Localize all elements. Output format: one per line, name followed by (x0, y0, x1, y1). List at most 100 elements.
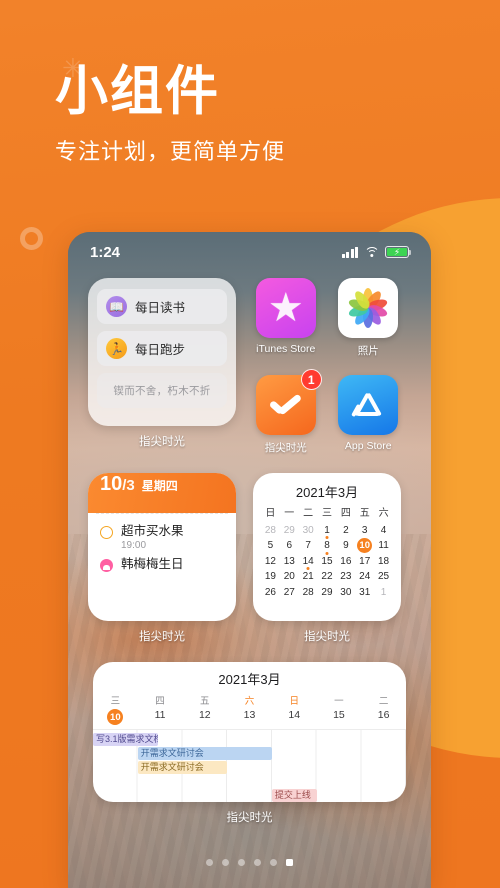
app-store-icon[interactable] (338, 375, 399, 435)
photos-icon[interactable] (338, 278, 399, 338)
widget-label: 指尖时光 (304, 631, 350, 643)
todo-item[interactable]: 韩梅梅生日 (100, 557, 224, 572)
week-event-bar[interactable]: 写3.1版需求文档 (93, 733, 158, 746)
calendar-day-cell[interactable]: 28 (299, 585, 318, 601)
todo-widget-wrap: 10/3 星期四 超市买水果 19:00 韩梅梅生日 指尖时光 (88, 473, 236, 644)
calendar-day-cell[interactable]: 19 (261, 569, 280, 585)
calendar-day-cell[interactable]: 25 (374, 569, 393, 585)
calendar-grid[interactable]: 日一二三四五六 28 29 30 1 2 3 4 5 6 7 8 9 10 11 12 13 14 15 16 17 18… (261, 506, 393, 600)
calendar-day-cell[interactable]: 27 (280, 585, 299, 601)
week-event-bar[interactable]: 开需求文研讨会 (137, 747, 272, 760)
habit-widget[interactable]: 📖 每日读书 🏃 每日跑步 锲而不舍，朽木不折 (88, 278, 236, 426)
zhijianshiguang-icon[interactable]: 1 (255, 369, 322, 435)
calendar-weekday: 二 (303, 508, 314, 519)
habit-quote-row: 锲而不舍，朽木不折 (97, 373, 227, 408)
widget-row-1: 📖 每日读书 🏃 每日跑步 锲而不舍，朽木不折 指尖时光 ★ iTunes St… (88, 278, 411, 455)
calendar-day-cell[interactable]: 20 (280, 569, 299, 585)
hero-text-block: 小组件 专注计划，更简单方便 (55, 62, 285, 166)
calendar-day-cell[interactable]: 1 (318, 523, 337, 539)
calendar-day-cell[interactable]: 5 (261, 538, 280, 554)
page-dot[interactable] (254, 859, 261, 866)
home-screen: 📖 每日读书 🏃 每日跑步 锲而不舍，朽木不折 指尖时光 ★ iTunes St… (68, 232, 431, 888)
week-column[interactable]: 五 12 (182, 693, 227, 729)
week-column[interactable]: 日 14 (272, 693, 317, 729)
page-indicator-dots[interactable] (68, 859, 431, 866)
calendar-day-cell[interactable]: 29 (318, 585, 337, 601)
app-icon-grid: ★ iTunes Store 照片 1 指尖时光 App Store (253, 278, 401, 455)
calendar-day-cell[interactable]: 7 (299, 538, 318, 554)
circle-outline-icon[interactable] (100, 526, 113, 539)
calendar-day-cell[interactable]: 30 (299, 523, 318, 539)
week-column[interactable]: 三 10 (93, 693, 138, 729)
calendar-day-cell[interactable]: 16 (336, 554, 355, 570)
calendar-day-cell[interactable]: 26 (261, 585, 280, 601)
calendar-day-cell[interactable]: 14 (299, 554, 318, 570)
month-calendar-widget[interactable]: 2021年3月 日一二三四五六 28 29 30 1 2 3 4 5 6 7 8 9 10 11 12 13 14… (253, 473, 401, 621)
app-cell-app-store[interactable]: App Store (336, 375, 402, 455)
app-label: 指尖时光 (264, 442, 307, 454)
week-event-bar[interactable]: 开需求文研讨会 (137, 761, 228, 774)
checkmark-icon (269, 395, 303, 415)
todo-widget[interactable]: 10/3 星期四 超市买水果 19:00 韩梅梅生日 (88, 473, 236, 621)
page-dot[interactable] (238, 859, 245, 866)
week-column[interactable]: 六 13 (227, 693, 272, 729)
page-dot[interactable] (270, 859, 277, 866)
calendar-day-cell[interactable]: 12 (261, 554, 280, 570)
todo-item[interactable]: 超市买水果 19:00 (100, 524, 224, 551)
week-event-bar[interactable]: 提交上线 (271, 789, 317, 802)
calendar-day-cell[interactable]: 10 (355, 538, 374, 554)
calendar-day-cell[interactable]: 21 (299, 569, 318, 585)
week-day-number: 12 (198, 709, 211, 721)
widget-label: 指尖时光 (226, 812, 273, 824)
week-column[interactable]: 一 15 (317, 693, 362, 729)
calendar-day-cell[interactable]: 23 (336, 569, 355, 585)
calendar-day-cell[interactable]: 3 (355, 523, 374, 539)
page-dot[interactable] (222, 859, 229, 866)
page-dot[interactable] (286, 859, 293, 866)
habit-item[interactable]: 🏃 每日跑步 (97, 331, 227, 366)
calendar-day-cell[interactable]: 9 (336, 538, 355, 554)
calendar-weekday: 日 (265, 508, 276, 519)
calendar-day-cell[interactable]: 22 (318, 569, 337, 585)
calendar-day-cell[interactable]: 31 (355, 585, 374, 601)
app-cell-photos[interactable]: 照片 (336, 278, 402, 358)
widget-row-2: 10/3 星期四 超市买水果 19:00 韩梅梅生日 指尖时光 2021年3月 … (88, 473, 411, 644)
pinwheel-glyph (346, 286, 390, 330)
week-weekday: 日 (289, 696, 299, 707)
calendar-day-cell[interactable]: 28 (261, 523, 280, 539)
calendar-weekday: 五 (359, 508, 370, 519)
calendar-day-cell[interactable]: 24 (355, 569, 374, 585)
habit-quote: 锲而不舍，朽木不折 (113, 385, 211, 397)
calendar-day-cell[interactable]: 30 (336, 585, 355, 601)
calendar-day-cell[interactable]: 11 (374, 538, 393, 554)
calendar-day-cell[interactable]: 2 (336, 523, 355, 539)
habit-item[interactable]: 📖 每日读书 (97, 289, 227, 324)
week-today-marker: 10 (107, 709, 124, 725)
calendar-day-cell[interactable]: 1 (374, 585, 393, 601)
calendar-day-cell[interactable]: 6 (280, 538, 299, 554)
badge-count: 1 (300, 369, 322, 390)
todo-item-title: 韩梅梅生日 (121, 557, 184, 571)
calendar-weekday: 三 (321, 508, 332, 519)
week-column[interactable]: 二 16 (361, 693, 406, 729)
page-dot[interactable] (206, 859, 213, 866)
calendar-day-cell[interactable]: 18 (374, 554, 393, 570)
birthday-cake-icon (100, 559, 113, 572)
calendar-today-marker: 10 (357, 538, 373, 554)
app-cell-zhijianshiguang[interactable]: 1 指尖时光 (253, 369, 322, 455)
week-column[interactable]: 四 11 (138, 693, 183, 729)
calendar-day-cell[interactable]: 8 (318, 538, 337, 554)
calendar-weekday: 四 (340, 508, 351, 519)
itunes-store-icon[interactable]: ★ (255, 278, 316, 338)
week-day-number: 10 (93, 709, 138, 729)
week-day-number: 13 (243, 709, 256, 721)
calendar-day-cell[interactable]: 17 (355, 554, 374, 570)
calendar-title: 2021年3月 (295, 485, 359, 500)
calendar-day-cell[interactable]: 15 (318, 554, 337, 570)
calendar-day-cell[interactable]: 13 (280, 554, 299, 570)
calendar-day-cell[interactable]: 4 (374, 523, 393, 539)
week-timeline-widget[interactable]: 2021年3月 三 10 四 11 五 12 六 13 日 14 一 15 二 16 写3.1版需求文档开… (93, 662, 406, 802)
calendar-day-cell[interactable]: 29 (280, 523, 299, 539)
app-cell-itunes-store[interactable]: ★ iTunes Store (253, 278, 319, 358)
week-events-area[interactable]: 写3.1版需求文档 开需求文研讨会 开需求文研讨会 提交上线 (93, 730, 406, 802)
